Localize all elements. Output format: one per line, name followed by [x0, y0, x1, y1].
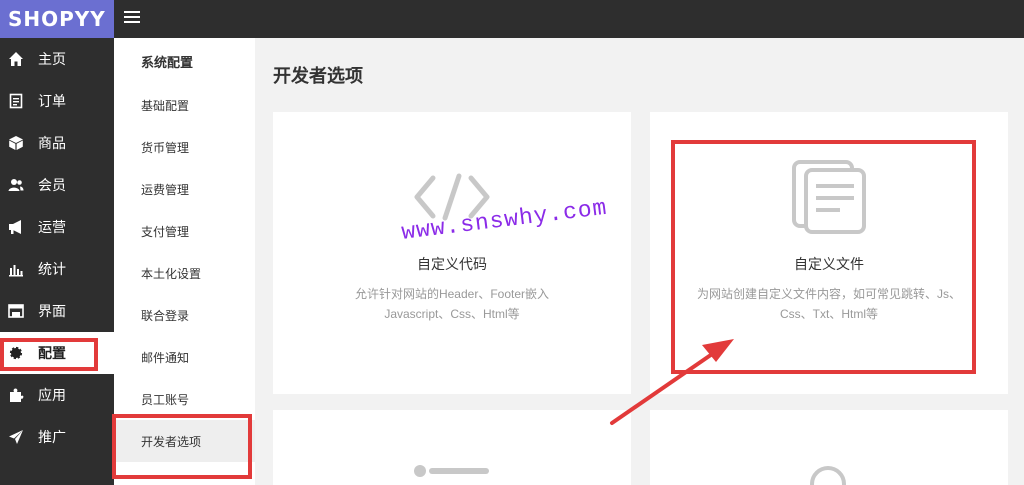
- order-icon: [8, 93, 24, 109]
- subnav-item-staff[interactable]: 员工账号: [114, 378, 255, 420]
- subnav-item-localization[interactable]: 本土化设置: [114, 252, 255, 294]
- code-icon: [414, 173, 490, 221]
- sidebar: 主页 订单 商品 会员 运营 统计 界面 配置 应用 推广: [0, 38, 114, 485]
- sidebar-item-products[interactable]: 商品: [0, 122, 114, 164]
- custom-file-card[interactable]: 自定义文件 为网站创建自定义文件内容，如可常见跳转、Js、 Css、Txt、Ht…: [650, 112, 1008, 394]
- subnav-item-email[interactable]: 邮件通知: [114, 336, 255, 378]
- card-desc: 为网站创建自定义文件内容，如可常见跳转、Js、 Css、Txt、Html等: [670, 284, 988, 324]
- sidebar-item-label: 会员: [38, 177, 66, 193]
- logo[interactable]: SHOPYY: [0, 0, 114, 38]
- sidebar-item-label: 运营: [38, 219, 66, 235]
- send-icon: [8, 429, 24, 445]
- subnav-item-payment[interactable]: 支付管理: [114, 210, 255, 252]
- sidebar-item-apps[interactable]: 应用: [0, 374, 114, 416]
- members-icon: [8, 177, 24, 193]
- toggle-icon: [414, 465, 489, 477]
- sidebar-item-label: 主页: [38, 51, 66, 67]
- sidebar-item-label: 统计: [38, 261, 66, 277]
- sidebar-item-settings[interactable]: 配置: [0, 332, 114, 374]
- card-title: 自定义文件: [794, 256, 864, 272]
- megaphone-icon: [8, 219, 24, 235]
- top-bar: SHOPYY: [0, 0, 1024, 38]
- card-desc-line: Css、Txt、Html等: [780, 307, 878, 321]
- home-icon: [8, 51, 24, 67]
- sidebar-item-stats[interactable]: 统计: [0, 248, 114, 290]
- sidebar-item-promotion[interactable]: 推广: [0, 416, 114, 458]
- subnav-title: 系统配置: [141, 54, 194, 70]
- puzzle-icon: [8, 387, 24, 403]
- sidebar-item-label: 商品: [38, 135, 66, 151]
- subnav-item-basic[interactable]: 基础配置: [114, 84, 255, 126]
- file-icon: [792, 160, 866, 234]
- sidebar-item-label: 配置: [38, 345, 66, 361]
- sidebar-item-operations[interactable]: 运营: [0, 206, 114, 248]
- circle-icon: [810, 466, 846, 485]
- card-desc-line: 允许针对网站的Header、Footer嵌入: [354, 287, 550, 301]
- gear-icon: [8, 345, 24, 361]
- developer-card-4[interactable]: [650, 410, 1008, 485]
- sidebar-item-home[interactable]: 主页: [0, 38, 114, 80]
- layout-icon: [8, 303, 24, 319]
- card-desc-line: 为网站创建自定义文件内容，如可常见跳转、Js、: [696, 287, 961, 301]
- menu-toggle-icon[interactable]: [124, 8, 150, 30]
- page-title: 开发者选项: [273, 66, 363, 86]
- card-desc: 允许针对网站的Header、Footer嵌入 Javascript、Css、Ht…: [313, 284, 591, 324]
- box-icon: [8, 135, 24, 151]
- developer-card-3[interactable]: [273, 410, 631, 485]
- subnav-item-developer[interactable]: 开发者选项: [114, 420, 255, 462]
- sidebar-item-orders[interactable]: 订单: [0, 80, 114, 122]
- sidebar-item-interface[interactable]: 界面: [0, 290, 114, 332]
- settings-subnav: 系统配置 基础配置 货币管理 运费管理 支付管理 本土化设置 联合登录 邮件通知…: [114, 38, 255, 485]
- subnav-item-social-login[interactable]: 联合登录: [114, 294, 255, 336]
- sidebar-item-label: 应用: [38, 387, 66, 403]
- subnav-item-currency[interactable]: 货币管理: [114, 126, 255, 168]
- sidebar-item-members[interactable]: 会员: [0, 164, 114, 206]
- sidebar-item-label: 订单: [38, 93, 66, 109]
- card-title: 自定义代码: [417, 256, 487, 272]
- custom-code-card[interactable]: 自定义代码 允许针对网站的Header、Footer嵌入 Javascript、…: [273, 112, 631, 394]
- chart-icon: [8, 261, 24, 277]
- card-desc-line: Javascript、Css、Html等: [384, 307, 520, 321]
- sidebar-item-label: 推广: [38, 429, 66, 445]
- sidebar-item-label: 界面: [38, 303, 66, 319]
- subnav-item-shipping[interactable]: 运费管理: [114, 168, 255, 210]
